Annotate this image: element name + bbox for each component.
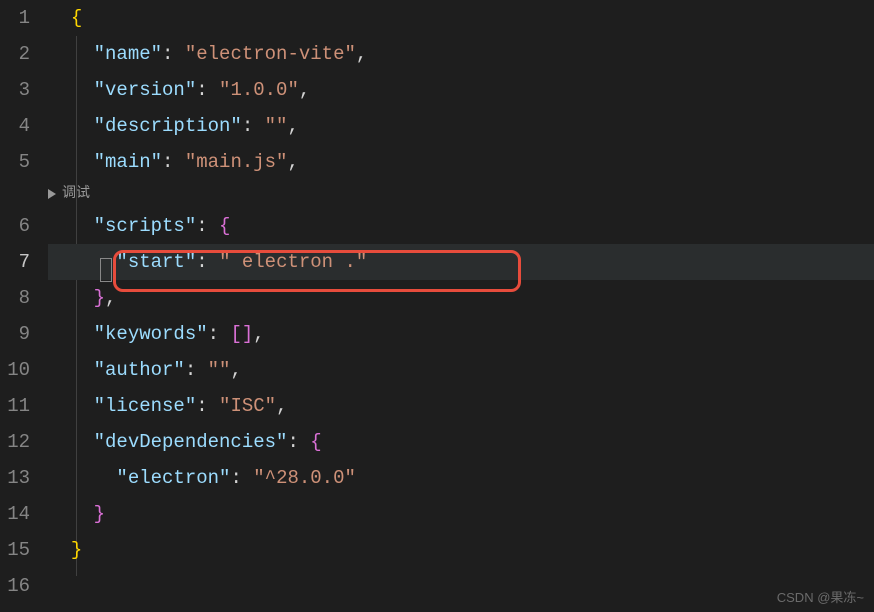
line-number: 8 xyxy=(0,280,30,316)
code-line[interactable]: "start": " electron ." xyxy=(48,244,874,280)
json-key: "start" xyxy=(116,251,196,273)
code-line[interactable]: "devDependencies": { xyxy=(48,424,874,460)
debug-codelens[interactable]: 调试 xyxy=(48,180,874,208)
code-line[interactable]: "scripts": { xyxy=(48,208,874,244)
line-number: 11 xyxy=(0,388,30,424)
code-line[interactable]: "version": "1.0.0", xyxy=(48,72,874,108)
brace-close: } xyxy=(94,503,105,525)
json-key: "version" xyxy=(94,79,197,101)
json-key: "license" xyxy=(94,395,197,417)
json-key: "main" xyxy=(94,151,162,173)
line-number: 1 xyxy=(0,0,30,36)
line-number: 9 xyxy=(0,316,30,352)
line-number: 2 xyxy=(0,36,30,72)
code-line[interactable]: }, xyxy=(48,280,874,316)
line-number: 3 xyxy=(0,72,30,108)
json-value: "" xyxy=(265,115,288,137)
json-key: "devDependencies" xyxy=(94,431,288,453)
bracket-open: [ xyxy=(230,323,241,345)
line-number: 15 xyxy=(0,532,30,568)
line-number: 14 xyxy=(0,496,30,532)
brace-open: { xyxy=(219,215,230,237)
code-line[interactable]: "name": "electron-vite", xyxy=(48,36,874,72)
json-key: "description" xyxy=(94,115,242,137)
json-value: "" xyxy=(208,359,231,381)
play-icon xyxy=(48,189,56,199)
watermark: CSDN @果冻~ xyxy=(777,587,864,606)
code-line[interactable]: "description": "", xyxy=(48,108,874,144)
json-key: "name" xyxy=(94,43,162,65)
line-number: 16 xyxy=(0,568,30,604)
code-line[interactable]: "license": "ISC", xyxy=(48,388,874,424)
code-area[interactable]: { "name": "electron-vite", "version": "1… xyxy=(48,0,874,612)
line-number-gutter: 1 2 3 4 5 6 7 8 9 10 11 12 13 14 15 16 xyxy=(0,0,48,612)
bracket-close: ] xyxy=(242,323,253,345)
code-line[interactable]: "main": "main.js", xyxy=(48,144,874,180)
code-line[interactable] xyxy=(48,568,874,604)
brace-close: } xyxy=(94,287,105,309)
code-line[interactable]: { xyxy=(48,0,874,36)
code-line[interactable]: } xyxy=(48,532,874,568)
json-key: "electron" xyxy=(116,467,230,489)
code-line[interactable]: } xyxy=(48,496,874,532)
brace-open: { xyxy=(71,7,82,29)
code-line[interactable]: "keywords": [], xyxy=(48,316,874,352)
line-number: 12 xyxy=(0,424,30,460)
line-number: 7 xyxy=(0,244,30,280)
line-number: 6 xyxy=(0,208,30,244)
line-number: 10 xyxy=(0,352,30,388)
json-value: "main.js" xyxy=(185,151,288,173)
json-key: "author" xyxy=(94,359,185,381)
line-number: 5 xyxy=(0,144,30,180)
json-key: "keywords" xyxy=(94,323,208,345)
json-value: " electron ." xyxy=(219,251,367,273)
json-key: "scripts" xyxy=(94,215,197,237)
json-value: "1.0.0" xyxy=(219,79,299,101)
code-line[interactable]: "author": "", xyxy=(48,352,874,388)
code-editor[interactable]: 1 2 3 4 5 6 7 8 9 10 11 12 13 14 15 16 {… xyxy=(0,0,874,612)
code-line[interactable]: "electron": "^28.0.0" xyxy=(48,460,874,496)
json-value: "ISC" xyxy=(219,395,276,417)
json-value: "^28.0.0" xyxy=(253,467,356,489)
brace-open: { xyxy=(310,431,321,453)
line-number: 4 xyxy=(0,108,30,144)
brace-close: } xyxy=(71,539,82,561)
json-value: "electron-vite" xyxy=(185,43,356,65)
line-number: 13 xyxy=(0,460,30,496)
